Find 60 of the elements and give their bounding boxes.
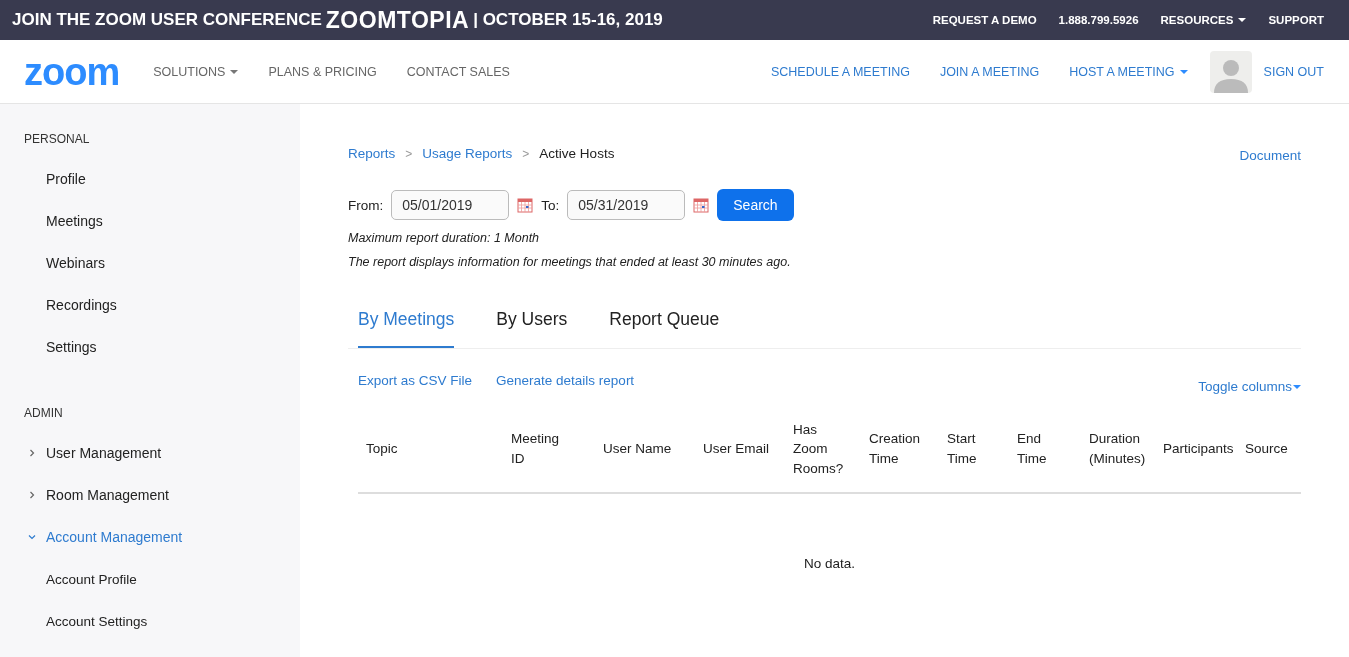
from-label: From: bbox=[348, 197, 384, 213]
top-link[interactable]: 1.888.799.5926 bbox=[1058, 14, 1139, 26]
sidebar-item[interactable]: User Management bbox=[0, 432, 300, 474]
sidebar-item[interactable]: Account Management bbox=[0, 516, 300, 558]
document-link[interactable]: Document bbox=[1239, 148, 1301, 163]
sidebar-item[interactable]: Profile bbox=[0, 158, 300, 200]
column-header: Has Zoom Rooms? bbox=[793, 420, 845, 478]
column-header: Start Time bbox=[947, 430, 978, 468]
to-label: To: bbox=[541, 197, 560, 213]
column-header: End Time bbox=[1017, 430, 1048, 468]
action-link[interactable]: Export as CSV File bbox=[358, 373, 473, 388]
sidebar-item[interactable]: Recordings bbox=[0, 284, 300, 326]
column-header: Creation Time bbox=[869, 430, 922, 468]
column-header: User Email bbox=[703, 440, 769, 459]
breadcrumb-separator: > bbox=[522, 146, 530, 161]
column-header: Source bbox=[1245, 440, 1288, 459]
toggle-columns-link[interactable]: Toggle columns bbox=[1198, 379, 1301, 394]
sidebar-item[interactable]: Webinars bbox=[0, 242, 300, 284]
column-header: Participants bbox=[1163, 440, 1234, 459]
sign-out-link[interactable]: SIGN OUT bbox=[1263, 64, 1324, 79]
nav-link[interactable]: CONTACT SALES bbox=[406, 64, 510, 79]
top-link[interactable]: SUPPORT bbox=[1268, 14, 1324, 26]
nav-link[interactable]: SCHEDULE A MEETING bbox=[770, 64, 910, 79]
search-button[interactable]: Search bbox=[717, 189, 794, 221]
promo-text: JOIN THE ZOOM USER CONFERENCE bbox=[12, 10, 322, 30]
note-text: The report displays information for meetings that ended at least 30 minutes ago. bbox=[348, 255, 792, 269]
breadcrumb-separator: > bbox=[405, 146, 413, 161]
tab[interactable]: By Meetings bbox=[358, 297, 455, 348]
breadcrumb-current: Active Hosts bbox=[539, 146, 615, 161]
promo-date: | OCTOBER 15-16, 2019 bbox=[473, 10, 663, 30]
sidebar-item[interactable]: Meetings bbox=[0, 200, 300, 242]
column-header: Topic bbox=[366, 440, 398, 459]
column-header: User Name bbox=[603, 440, 672, 459]
action-link[interactable]: Generate details report bbox=[496, 373, 635, 388]
avatar-icon[interactable] bbox=[1209, 50, 1252, 93]
to-date-field[interactable]: 05/31/2019 bbox=[567, 190, 686, 220]
column-header: Meeting ID bbox=[511, 430, 561, 468]
sidebar-section-title: PERSONAL bbox=[23, 132, 91, 146]
tab[interactable]: By Users bbox=[496, 297, 568, 348]
note-text: Maximum report duration: 1 Month bbox=[348, 231, 541, 245]
nav-link[interactable]: HOST A MEETING bbox=[1069, 64, 1188, 79]
tab[interactable]: Report Queue bbox=[609, 297, 720, 348]
nav-link[interactable]: SOLUTIONS bbox=[153, 64, 239, 79]
nav-link[interactable]: PLANS & PRICING bbox=[268, 64, 377, 79]
sidebar-item[interactable]: Room Management bbox=[0, 474, 300, 516]
conference-logo: ZOOMTOPIA bbox=[325, 6, 470, 34]
sidebar-subitem[interactable]: Account Settings bbox=[0, 600, 300, 642]
sidebar-section-title: ADMIN bbox=[23, 406, 64, 420]
empty-message: No data. bbox=[803, 556, 855, 571]
top-link[interactable]: RESOURCES bbox=[1160, 14, 1247, 26]
nav-link[interactable]: JOIN A MEETING bbox=[939, 64, 1040, 79]
calendar-icon[interactable] bbox=[693, 197, 710, 213]
breadcrumb-link[interactable]: Usage Reports bbox=[422, 146, 513, 161]
top-link[interactable]: REQUEST A DEMO bbox=[932, 14, 1037, 26]
breadcrumb-link[interactable]: Reports bbox=[348, 146, 396, 161]
sidebar-subitem[interactable]: Account Profile bbox=[0, 558, 300, 600]
from-date-field[interactable]: 05/01/2019 bbox=[391, 190, 510, 220]
calendar-icon[interactable] bbox=[517, 197, 534, 213]
sidebar-item[interactable]: Settings bbox=[0, 326, 300, 368]
column-header: Duration (Minutes) bbox=[1089, 430, 1147, 468]
